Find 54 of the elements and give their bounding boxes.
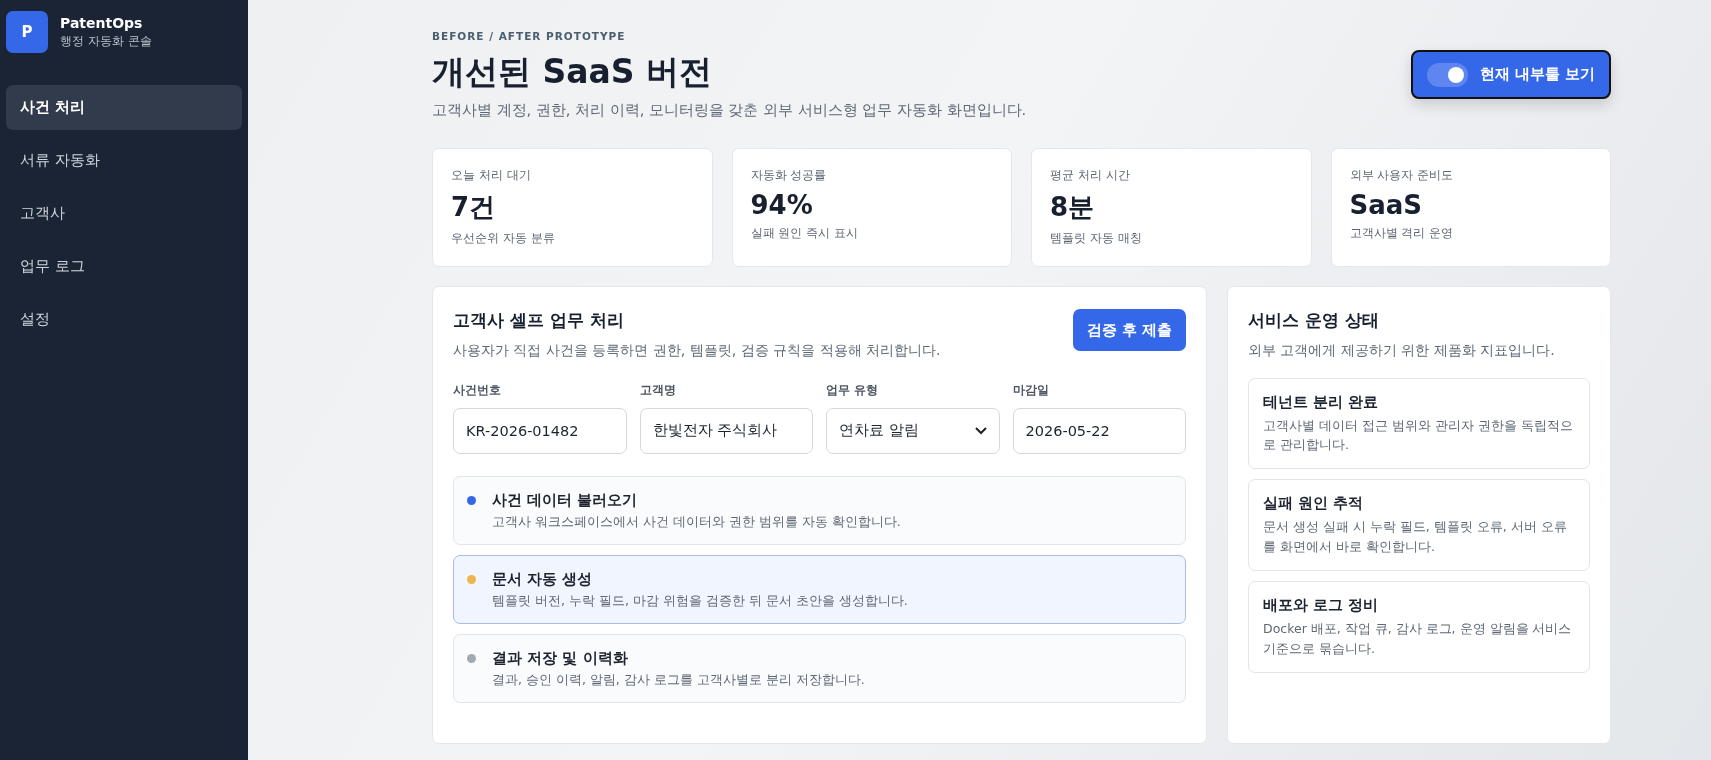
panel-description: 사용자가 직접 사건을 등록하면 권한, 템플릿, 검증 규칙을 적용해 처리합니다. [453, 341, 941, 360]
input-field[interactable]: KR-2026-01482 [453, 407, 627, 454]
input-field[interactable]: 한빛전자 주식회사 [639, 407, 813, 454]
page-title: 개선된 SaaS 버전 [432, 51, 714, 93]
panel-title: 고객사 셀프 업무 처리 [453, 309, 625, 332]
stat-label: 오늘 처리 대기 [451, 167, 532, 184]
field-label: 업무 유형 [826, 381, 880, 399]
chevron-down-icon [974, 426, 987, 435]
stat-label: 자동화 성공률 [750, 167, 828, 184]
toggle-switch[interactable] [1426, 62, 1468, 87]
view-toggle-button[interactable]: 현재 내부툴 보기 [1410, 50, 1611, 99]
stat-label: 외부 사용자 준비도 [1349, 167, 1455, 184]
stat-note: 실패 원인 즉시 표시 [750, 225, 859, 242]
logo: P [6, 11, 48, 53]
field-label: 사건번호 [453, 381, 502, 399]
stat-value: 94% [750, 190, 814, 220]
step-title: 사건 데이터 불러오기 [492, 490, 639, 510]
service-title: 테넌트 분리 완료 [1263, 392, 1380, 412]
stat-note: 우선순위 자동 분류 [451, 230, 556, 247]
stat-value: 7건 [451, 191, 497, 224]
nav-item[interactable]: 서류 자동화 [6, 138, 242, 183]
step-description: 결과, 승인 이력, 알림, 감사 로그를 고객사별로 분리 저장합니다. [492, 671, 865, 689]
nav-item[interactable]: 설정 [6, 297, 242, 342]
nav-item[interactable]: 사건 처리 [6, 85, 242, 130]
service-title: 실패 원인 추적 [1263, 494, 1365, 514]
stat-label: 평균 처리 시간 [1050, 167, 1131, 184]
field-label: 고객명 [639, 381, 677, 399]
service-description: Docker 배포, 작업 큐, 감사 로그, 운영 알림을 서비스 기준으로 묶습니다. [1263, 620, 1573, 658]
input-field[interactable]: 2026-05-22 [1012, 407, 1186, 454]
step-description: 템플릿 버전, 누락 필드, 마감 위험을 검증한 뒤 문서 초안을 생성합니다. [492, 592, 908, 610]
select-field[interactable]: 연차료 알림 [826, 407, 1000, 454]
field-label: 마감일 [1012, 381, 1050, 399]
step-title: 결과 저장 및 이력화 [492, 648, 629, 668]
brand-name: PatentOps [60, 14, 144, 31]
stat-value: SaaS [1349, 190, 1424, 220]
step-card[interactable]: 사건 데이터 불러오기 고객사 워크스페이스에서 사건 데이터와 권한 범위를 자동 확인합니다. [453, 475, 1186, 545]
stat-note: 템플릿 자동 매칭 [1050, 230, 1143, 247]
submit-button[interactable]: 검증 후 제출 [1072, 309, 1186, 351]
panel-description: 외부 고객에게 제공하기 위한 제품화 지표입니다. [1248, 341, 1556, 360]
stat-note: 고객사별 격리 운영 [1349, 225, 1455, 242]
nav-item[interactable]: 업무 로그 [6, 244, 242, 289]
step-card[interactable]: 문서 자동 생성 템플릿 버전, 누락 필드, 마감 위험을 검증한 뒤 문서 초안을 생성합니다. [453, 554, 1186, 624]
step-card[interactable]: 결과 저장 및 이력화 결과, 승인 이력, 알림, 감사 로그를 고객사별로 분리 저장합니다. [453, 633, 1186, 703]
step-title: 문서 자동 생성 [492, 569, 594, 589]
panel-title: 서비스 운영 상태 [1248, 309, 1380, 332]
step-description: 고객사 워크스페이스에서 사건 데이터와 권한 범위를 자동 확인합니다. [492, 513, 901, 531]
brand-subtitle: 행정 자동화 콘솔 [60, 32, 152, 50]
stat-value: 8분 [1050, 191, 1096, 224]
service-description: 문서 생성 실패 시 누락 필드, 템플릿 오류, 서버 오류를 화면에서 바로 확인합니다. [1263, 518, 1568, 556]
nav-item[interactable]: 고객사 [6, 191, 242, 236]
page-description: 고객사별 계정, 권한, 처리 이력, 모니터링을 갖춘 외부 서비스형 업무 자동화 화면입니다. [432, 101, 1027, 120]
service-title: 배포와 로그 정비 [1263, 596, 1380, 616]
eyebrow-label: BEFORE / AFTER PROTOTYPE [432, 30, 627, 42]
service-description: 고객사별 데이터 접근 범위와 관리자 권한을 독립적으로 관리합니다. [1263, 416, 1574, 455]
